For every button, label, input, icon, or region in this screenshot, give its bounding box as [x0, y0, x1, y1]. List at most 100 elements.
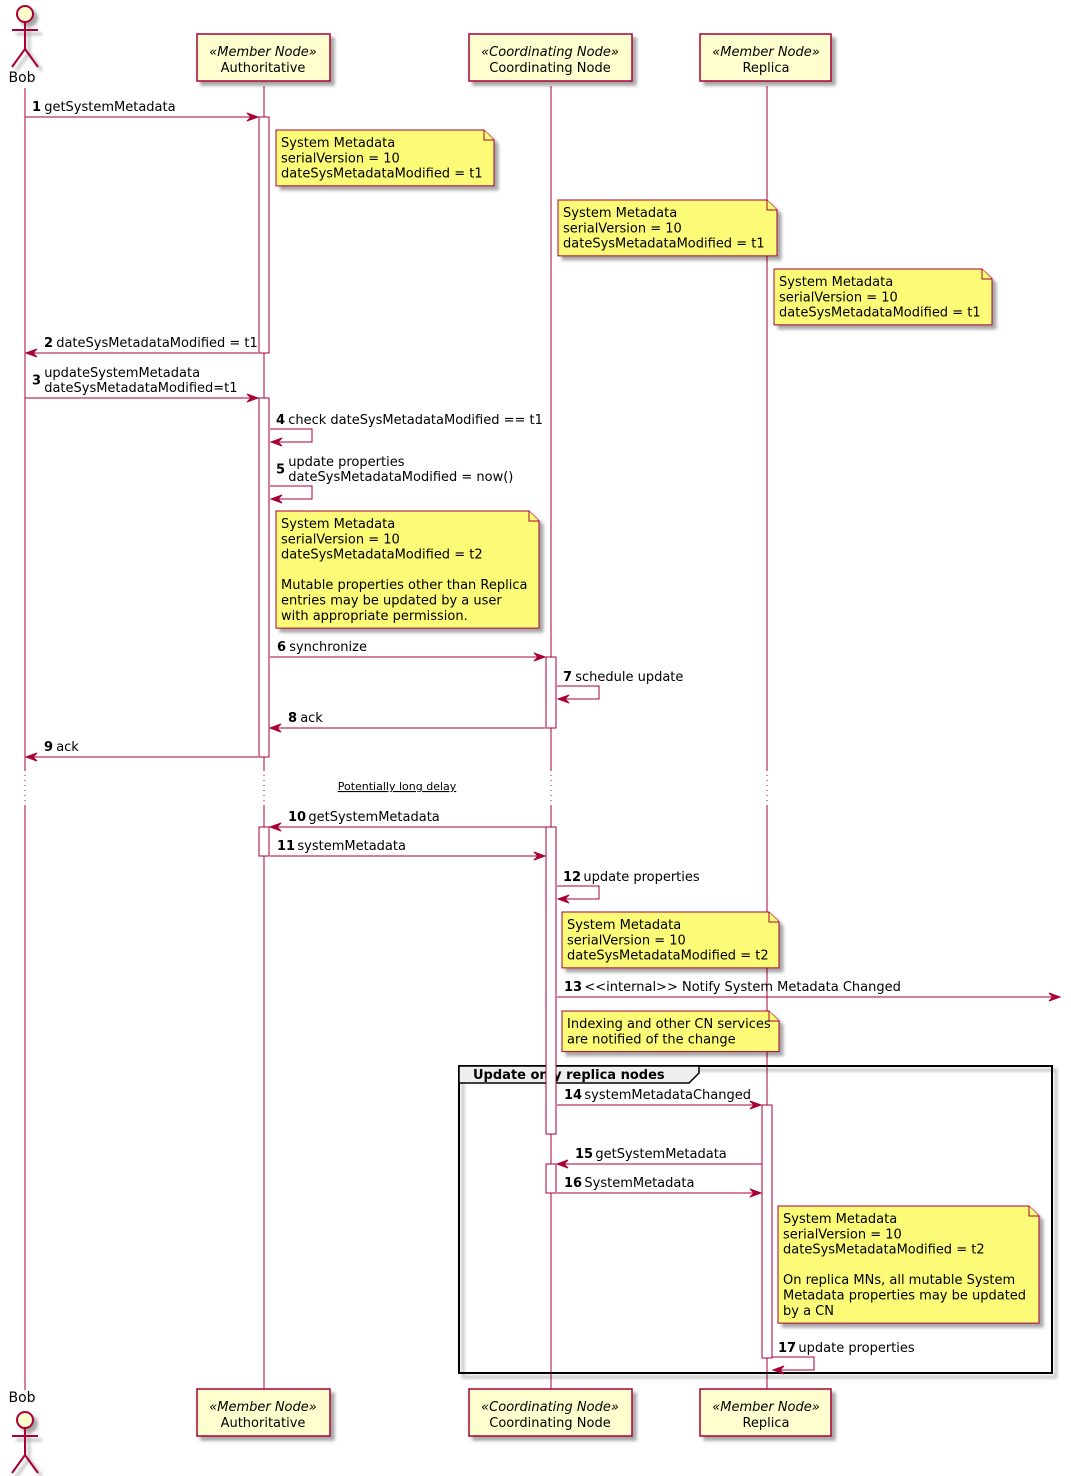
note-line: serialVersion = 10	[281, 151, 400, 166]
actor-icon	[11, 1411, 39, 1474]
note-line: dateSysMetadataModified = t2	[783, 1243, 985, 1258]
message-number: 12	[563, 870, 581, 885]
message-label: getSystemMetadata	[308, 810, 439, 825]
participant-cn-top: «Coordinating Node»Coordinating Node	[468, 33, 633, 82]
participant-auth-top: «Member Node»Authoritative	[196, 33, 331, 82]
note-fold	[768, 912, 779, 923]
note-line: dateSysMetadataModified = t2	[567, 949, 769, 964]
message-label: getSystemMetadata	[595, 1147, 726, 1162]
message-label: check dateSysMetadataModified == t1	[288, 413, 543, 428]
message-2: 2 dateSysMetadataModified = t1	[24, 336, 258, 358]
notes: System MetadataserialVersion = 10dateSys…	[275, 129, 1040, 1324]
note-line: System Metadata	[567, 918, 681, 933]
participant-name: Replica	[742, 61, 789, 76]
note-line: On replica MNs, all mutable System	[783, 1273, 1015, 1288]
message-number: 3	[32, 374, 41, 389]
note-line: are notified of the change	[567, 1032, 736, 1047]
activation-auth-1	[258, 116, 270, 354]
note-line: entries may be updated by a user	[281, 594, 502, 609]
message-label: dateSysMetadataModified = now()	[288, 470, 513, 485]
participant-stereotype: «Coordinating Node»	[481, 45, 619, 60]
participant-cn-bottom: «Coordinating Node»Coordinating Node	[468, 1388, 633, 1437]
message-number: 5	[276, 463, 285, 478]
note-line: with appropriate permission.	[281, 609, 468, 624]
note: System MetadataserialVersion = 10dateSys…	[275, 510, 540, 629]
message-7: 7 schedule update	[556, 670, 683, 704]
participant-auth-bottom: «Member Node»Authoritative	[196, 1388, 331, 1437]
message-13: 13 <<internal>> Notify System Metadata Ch…	[557, 980, 1062, 1002]
message-label: synchronize	[289, 640, 367, 655]
message-label: update properties	[798, 1341, 915, 1356]
note-line: serialVersion = 10	[567, 933, 686, 948]
participant-name: Bob	[8, 1390, 35, 1406]
message-number: 8	[288, 711, 297, 726]
note-line: System Metadata	[563, 206, 677, 221]
activation-auth-3	[258, 826, 270, 857]
sequence-diagram: Update only replica nodes System Metadat…	[8, 5, 1062, 1474]
note-fold	[766, 200, 777, 211]
group-title: Update only replica nodes	[473, 1068, 665, 1083]
message-label: updateSystemMetadata	[44, 366, 200, 381]
delay-label: Potentially long delay	[338, 780, 457, 793]
note-line: System Metadata	[779, 275, 893, 290]
note-line: serialVersion = 10	[563, 221, 682, 236]
note-fold	[483, 130, 494, 141]
message-number: 7	[563, 670, 572, 685]
delay-divider: Potentially long delay	[338, 780, 457, 793]
message-number: 9	[44, 740, 53, 755]
message-number: 15	[575, 1147, 593, 1162]
activation-cn-2	[545, 826, 557, 1135]
message-label: update properties	[583, 870, 700, 885]
participant-name: Bob	[8, 70, 35, 86]
message-label: schedule update	[575, 670, 683, 685]
message-number: 4	[276, 413, 285, 428]
note-line: by a CN	[783, 1304, 834, 1319]
message-label: dateSysMetadataModified = t1	[56, 336, 258, 351]
note: System MetadataserialVersion = 10dateSys…	[777, 1205, 1040, 1324]
message-9: 9 ack	[24, 740, 258, 762]
note-line: serialVersion = 10	[779, 290, 898, 305]
note: System MetadataserialVersion = 10dateSys…	[561, 911, 780, 969]
message-number: 13	[564, 980, 582, 995]
activation-cn-1	[545, 656, 557, 729]
note-line: dateSysMetadataModified = t1	[281, 167, 483, 182]
participant-stereotype: «Member Node»	[209, 1400, 317, 1415]
note: System MetadataserialVersion = 10dateSys…	[275, 129, 495, 187]
message-label: systemMetadataChanged	[584, 1088, 751, 1103]
note-line: serialVersion = 10	[783, 1227, 902, 1242]
participant-replica-bottom: «Member Node»Replica	[699, 1388, 832, 1437]
message-5: 5 update propertiesdateSysMetadataModifie…	[269, 455, 513, 504]
note-line: Mutable properties other than Replica	[281, 578, 527, 593]
participant-name: Coordinating Node	[489, 61, 610, 76]
participant-name: Authoritative	[221, 61, 306, 76]
message-number: 16	[564, 1176, 582, 1191]
lifelines	[24, 86, 768, 1390]
note-line: System Metadata	[281, 136, 395, 151]
message-8: 8 ack	[268, 711, 545, 733]
message-number: 1	[32, 100, 41, 115]
activation-replica	[761, 1104, 773, 1359]
message-label: ack	[300, 711, 323, 726]
message-number: 14	[564, 1088, 582, 1103]
note-line: serialVersion = 10	[281, 532, 400, 547]
note-line: dateSysMetadataModified = t2	[281, 548, 483, 563]
participant-name: Replica	[742, 1416, 789, 1431]
participant-stereotype: «Member Node»	[712, 1400, 820, 1415]
activation-cn-3	[545, 1163, 557, 1194]
note: Indexing and other CN servicesare notifi…	[561, 1010, 780, 1053]
participant-name: Authoritative	[221, 1416, 306, 1431]
participant-bob-bottom: Bob	[8, 1390, 39, 1474]
message-label: dateSysMetadataModified=t1	[44, 381, 237, 396]
note-fold	[528, 511, 539, 522]
participant-stereotype: «Member Node»	[712, 45, 820, 60]
message-16: 16 SystemMetadata	[557, 1176, 763, 1198]
message-label: update properties	[288, 455, 405, 470]
note-line: Indexing and other CN services	[567, 1017, 771, 1032]
message-1: 1 getSystemMetadata	[25, 100, 260, 122]
message-3: 3 updateSystemMetadatadateSysMetadataModi…	[25, 366, 260, 403]
message-label: <<internal>> Notify System Metadata Chan…	[584, 980, 900, 995]
participant-stereotype: «Member Node»	[209, 45, 317, 60]
note: System MetadataserialVersion = 10dateSys…	[773, 268, 993, 326]
actor-icon	[11, 5, 39, 68]
note-line: dateSysMetadataModified = t1	[779, 306, 981, 321]
